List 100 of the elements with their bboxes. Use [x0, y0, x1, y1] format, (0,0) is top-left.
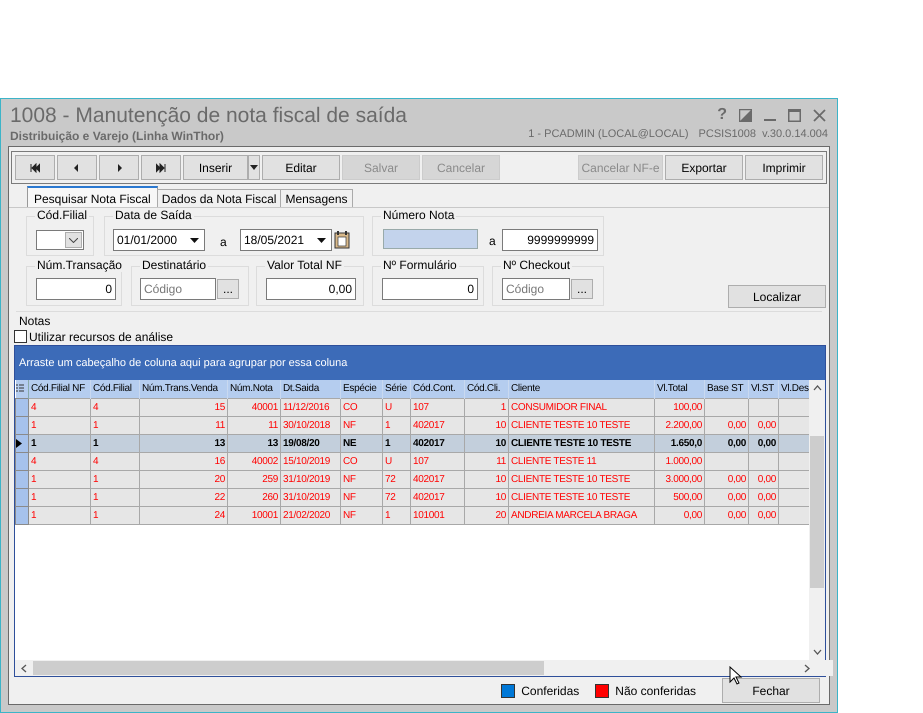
navigation-button[interactable] [15, 155, 55, 180]
column-header[interactable]: Base ST [704, 380, 748, 398]
caret-icon [250, 165, 258, 170]
scroll-up-icon[interactable] [812, 385, 822, 391]
column-chooser-icon[interactable] [16, 384, 24, 394]
input-field[interactable]: 0,00 [266, 278, 356, 300]
group-hint: Arraste um cabeçalho de coluna aqui para agrupar por essa coluna [19, 356, 348, 371]
input-field[interactable]: Código [140, 278, 216, 300]
browse-button[interactable]: ... [217, 279, 239, 299]
input-field[interactable]: 9999999999 [502, 229, 598, 251]
column-header[interactable]: Cód.Filial [90, 380, 140, 398]
table-cell: 11 [215, 420, 225, 430]
table-cell: 11 [268, 420, 278, 430]
input-field[interactable] [383, 229, 478, 249]
table-cell: 22 [214, 492, 225, 502]
column-header[interactable]: Vl.ST [748, 380, 778, 398]
table-cell: CLIENTE TESTE 10 TESTE [511, 438, 632, 448]
table-cell: 259 [262, 474, 278, 484]
table-cell: 1 [385, 420, 390, 430]
column-header[interactable]: Cód.Cli. [464, 380, 508, 398]
table-cell: 0,00 [728, 438, 746, 448]
column-header[interactable]: Cód.Filial NF [28, 380, 90, 398]
table-cell: 0,00 [758, 438, 776, 448]
toolbar-button[interactable]: Exportar [665, 155, 743, 180]
table-cell: 0,00 [728, 474, 746, 484]
scroll-left-icon[interactable] [21, 664, 27, 672]
field-label: Nº Checkout [501, 258, 572, 272]
restore-icon[interactable] [739, 108, 752, 122]
table-cell: 4 [93, 402, 98, 412]
maximize-icon[interactable] [788, 108, 801, 122]
close-icon[interactable] [813, 108, 826, 122]
table-cell: 1 [31, 492, 36, 502]
column-header[interactable]: Dt.Saida [280, 380, 340, 398]
table-cell: 1 [31, 474, 36, 484]
toolbar-button[interactable]: Inserir [183, 155, 248, 180]
search-button[interactable]: Localizar [728, 285, 826, 308]
scroll-right-icon[interactable] [804, 664, 810, 672]
table-cell: 500,00 [673, 492, 702, 502]
version-label: PCSIS1008 v.30.0.14.004 [698, 127, 828, 141]
column-header[interactable]: Cód.Cont. [410, 380, 464, 398]
table-cell: 402017 [413, 420, 445, 430]
table-cell: CO [343, 456, 358, 466]
tab[interactable]: Dados da Nota Fiscal [156, 189, 282, 207]
checkbox-label: Utilizar recursos de análise [29, 330, 174, 344]
column-header[interactable]: Núm.Trans.Venda [140, 380, 228, 398]
caret-icon [316, 238, 326, 242]
column-header[interactable]: Vl.Total [654, 380, 704, 398]
column-header[interactable]: Cliente [508, 380, 654, 398]
table-cell: 40001 [252, 402, 278, 412]
table-cell: 402017 [413, 438, 445, 448]
field-label: Cód.Filial [35, 208, 90, 222]
input-field[interactable]: 0 [382, 278, 478, 300]
table-cell: 107 [413, 456, 429, 466]
user-info: 1 - PCADMIN (LOCAL@LOCAL) [528, 127, 689, 141]
input-field[interactable]: 0 [36, 278, 116, 300]
column-header[interactable]: Núm.Nota [228, 380, 280, 398]
tab[interactable]: Mensagens [280, 189, 352, 207]
table-cell: 1 [93, 420, 98, 430]
table-cell: 11 [496, 456, 506, 466]
table-cell: 402017 [413, 492, 445, 502]
input-field[interactable]: Código [502, 278, 570, 300]
dropdown-field[interactable] [36, 230, 84, 250]
dropdown-button[interactable] [248, 155, 260, 180]
navigation-button[interactable] [141, 155, 181, 180]
table-cell: CLIENTE TESTE 11 [511, 456, 596, 466]
column-header[interactable]: Série [382, 380, 410, 398]
scroll-thumb[interactable] [810, 436, 824, 588]
table-cell: 1 [93, 438, 98, 448]
table-cell: 1 [385, 510, 390, 520]
table-row[interactable]: 1 1 13 13 19/08/20 NE 1 402017 10 CLIENTE TESTE 10 TESTE 1.650,0 0,00 0,00 [16, 434, 810, 452]
browse-button[interactable]: ... [571, 279, 593, 299]
tab[interactable]: Pesquisar Nota Fiscal [27, 186, 158, 207]
separator-label: a [489, 233, 496, 250]
table-cell: 1 [31, 438, 36, 448]
table-cell: NF [343, 420, 356, 430]
field-label: Data de Saída [113, 208, 194, 222]
column-header[interactable]: Espécie [340, 380, 382, 398]
legend-label: Conferidas [521, 682, 580, 700]
calendar-icon[interactable] [334, 230, 350, 249]
table-cell: 24 [214, 510, 225, 520]
toolbar-button[interactable]: Imprimir [745, 155, 823, 180]
table-cell: U [385, 402, 392, 412]
analysis-checkbox[interactable] [14, 330, 27, 343]
horizontal-scrollbar[interactable] [15, 660, 833, 676]
table-cell: 0,00 [728, 492, 746, 502]
table-cell: 31/10/2019 [283, 474, 330, 484]
close-button[interactable]: Fechar [722, 678, 820, 703]
table-cell: CLIENTE TESTE 10 TESTE [511, 420, 630, 430]
table-cell: 1.000,00 [665, 456, 702, 466]
table-cell: 1 [31, 420, 36, 430]
table-cell: 10001 [252, 510, 278, 520]
field-label: Nº Formulário [381, 258, 459, 272]
toolbar-button[interactable]: Editar [262, 155, 340, 180]
table-cell: 16 [214, 456, 225, 466]
table-cell: 100,00 [673, 402, 702, 412]
vertical-scrollbar[interactable] [809, 380, 825, 660]
window-title: 1008 - Manutenção de nota fiscal de saída [10, 103, 407, 129]
table-cell: 20 [495, 510, 506, 520]
scroll-thumb[interactable] [33, 661, 544, 675]
scroll-down-icon[interactable] [812, 649, 822, 655]
